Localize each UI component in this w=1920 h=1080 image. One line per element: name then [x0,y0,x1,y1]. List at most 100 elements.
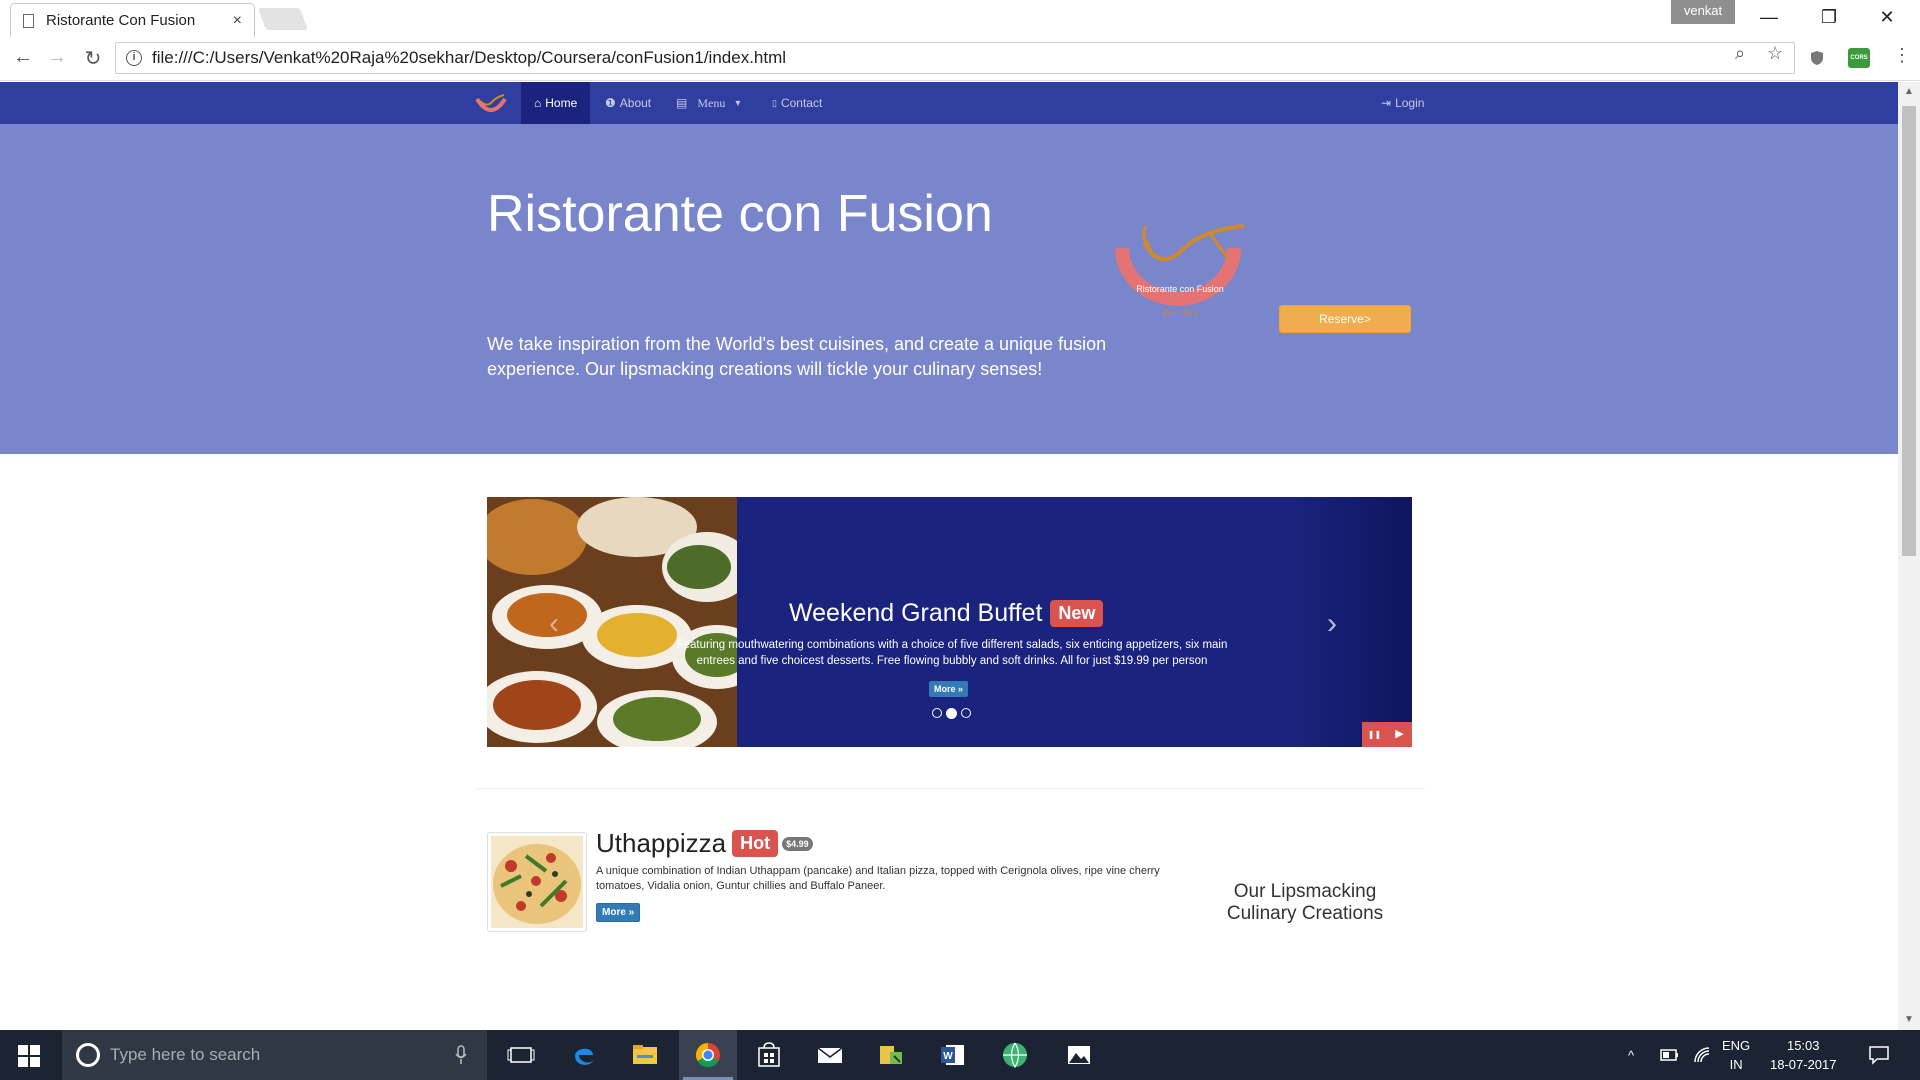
taskbar-search-placeholder: Type here to search [110,1045,261,1064]
buffet-image [487,497,737,747]
language-line2: IN [1729,1057,1743,1072]
wifi-icon[interactable] [1692,1045,1712,1065]
uthappizza-thumbnail[interactable] [487,832,587,932]
close-window-button[interactable]: ✕ [1858,0,1916,34]
nav-menu-dropdown[interactable]: ▤ Menu ▾ [663,82,753,124]
photos-icon[interactable] [1062,1038,1096,1072]
uthappizza-photo [491,836,583,928]
screen: Ristorante Con Fusion × venkat — ❐ ✕ ← →… [0,0,1920,1080]
cors-extension-icon[interactable]: CORS [1848,48,1870,68]
nav-login-label: Login [1395,96,1425,110]
culinary-creations-heading: Our Lipsmacking Culinary Creations [1226,881,1384,924]
price-badge: $4.99 [782,836,813,851]
nav-about-label: About [619,96,652,110]
edge-browser-icon[interactable] [567,1038,601,1072]
restaurant-logo: Ristorante con Fusion Est. 2013 [1115,224,1245,318]
battery-icon[interactable] [1660,1047,1680,1063]
address-bar[interactable]: i file:///C:/Users/Venkat%20Raja%20sekha… [115,42,1795,74]
taskbar-clock[interactable]: 15:03 18-07-2017 [1770,1036,1837,1074]
chevron-down-icon: ▾ [735,97,741,109]
browser-toolbar: ← → ↻ i file:///C:/Users/Venkat%20Raja%2… [0,37,1920,81]
profile-chip[interactable]: venkat [1671,0,1735,24]
carousel-gradient [1292,497,1412,747]
scroll-up-arrow[interactable]: ▲ [1898,86,1920,97]
forward-button[interactable]: → [44,46,70,69]
reload-button[interactable]: ↻ [80,46,106,71]
bookmark-star-icon[interactable]: ☆ [1767,43,1783,64]
restore-button[interactable]: ❐ [1800,0,1858,34]
settings-tool-icon[interactable] [874,1038,908,1072]
carousel-indicator[interactable] [932,708,942,718]
svg-text:W: W [943,1051,953,1062]
hero-text: We take inspiration from the World's bes… [487,334,1107,379]
url-text: file:///C:/Users/Venkat%20Raja%20sekhar/… [152,48,787,67]
language-indicator[interactable]: ENG IN [1722,1036,1750,1074]
info-icon[interactable]: i [126,50,142,66]
dish-more-button[interactable]: More » [596,903,641,922]
microphone-icon[interactable] [455,1045,467,1065]
minimize-button[interactable]: — [1740,0,1798,34]
logo-text: Ristorante con Fusion [1136,284,1224,294]
section-divider [475,788,1425,789]
list-icon: ▤ [676,96,688,110]
nav-contact-label: Contact [780,96,823,110]
shield-extension-icon[interactable] [1808,49,1826,67]
carousel-indicator-active[interactable] [946,708,957,719]
dish-title-text: Uthappizza [596,828,727,858]
dish-description: A unique combination of Indian Uthappam … [596,865,1160,892]
carousel-pause-button[interactable]: ❚❚ [1362,722,1387,747]
clock-time: 15:03 [1786,1038,1820,1053]
dish-title: Uthappizza Hot $4.99 [596,828,813,859]
home-icon: ⌂ [534,96,542,110]
store-icon[interactable] [752,1038,786,1072]
task-view-icon[interactable] [504,1038,538,1072]
word-icon[interactable]: W [936,1038,970,1072]
action-center-icon[interactable] [1868,1045,1890,1065]
back-button[interactable]: ← [10,46,36,69]
browser-menu-icon[interactable]: ⋮ [1893,45,1911,66]
buffet-photo [487,497,737,747]
new-label: New [1050,600,1104,627]
page-scrollbar[interactable]: ▲ ▼ [1898,82,1920,1030]
windows-start-icon[interactable] [18,1045,40,1067]
file-explorer-icon[interactable] [628,1038,662,1072]
carousel-indicators [932,708,971,719]
scroll-down-arrow[interactable]: ▼ [1898,1014,1920,1025]
logo-est-text: Est. 2013 [1163,308,1198,318]
carousel-prev-control[interactable]: ‹ [549,607,559,641]
reserve-button[interactable]: Reserve> [1279,305,1411,333]
nav-home[interactable]: ⌂ Home [521,82,591,124]
login-icon: ⇥ [1381,96,1392,110]
carousel-indicator[interactable] [961,708,971,718]
carousel: ‹ › Weekend Grand Buffet New Featuring m… [487,497,1412,747]
hero-title: Ristorante con Fusion [487,185,993,243]
mail-icon[interactable] [813,1038,847,1072]
taskbar-search[interactable]: Type here to search [62,1030,487,1080]
chrome-icon[interactable] [691,1038,725,1072]
zoom-icon[interactable]: ⌕ [1735,43,1745,64]
nav-home-label: Home [545,96,578,110]
carousel-caption-text: Featuring mouthwatering combinations wit… [676,639,1228,667]
nav-contact[interactable]: ▯ Contact [759,82,835,124]
tray-overflow-icon[interactable]: ^ [1628,1030,1634,1080]
clock-date: 18-07-2017 [1770,1057,1837,1072]
nav-about[interactable]: ❶ About [592,82,664,124]
scroll-thumb[interactable] [1902,106,1916,556]
info-circle-icon: ❶ [605,96,616,110]
carousel-play-button[interactable]: ▶ [1387,722,1412,747]
browser-tab-strip: Ristorante Con Fusion × venkat — ❐ ✕ [0,0,1920,37]
brand-logo[interactable] [474,91,508,117]
hot-label: Hot [732,830,779,857]
carousel-more-button[interactable]: More » [929,681,969,697]
browser-tab[interactable]: Ristorante Con Fusion × [10,3,255,37]
globe-app-icon[interactable] [998,1038,1032,1072]
nav-login[interactable]: ⇥ Login [1368,82,1437,124]
carousel-caption-title: Weekend Grand Buffet New [789,599,1104,628]
new-tab-button[interactable] [257,8,309,30]
nav-menu-label: Menu [697,95,726,110]
tab-close-icon[interactable]: × [233,12,242,30]
carousel-title-text: Weekend Grand Buffet [789,599,1043,627]
cortana-icon [76,1043,100,1067]
document-icon [23,13,34,28]
carousel-next-control[interactable]: › [1327,607,1337,641]
